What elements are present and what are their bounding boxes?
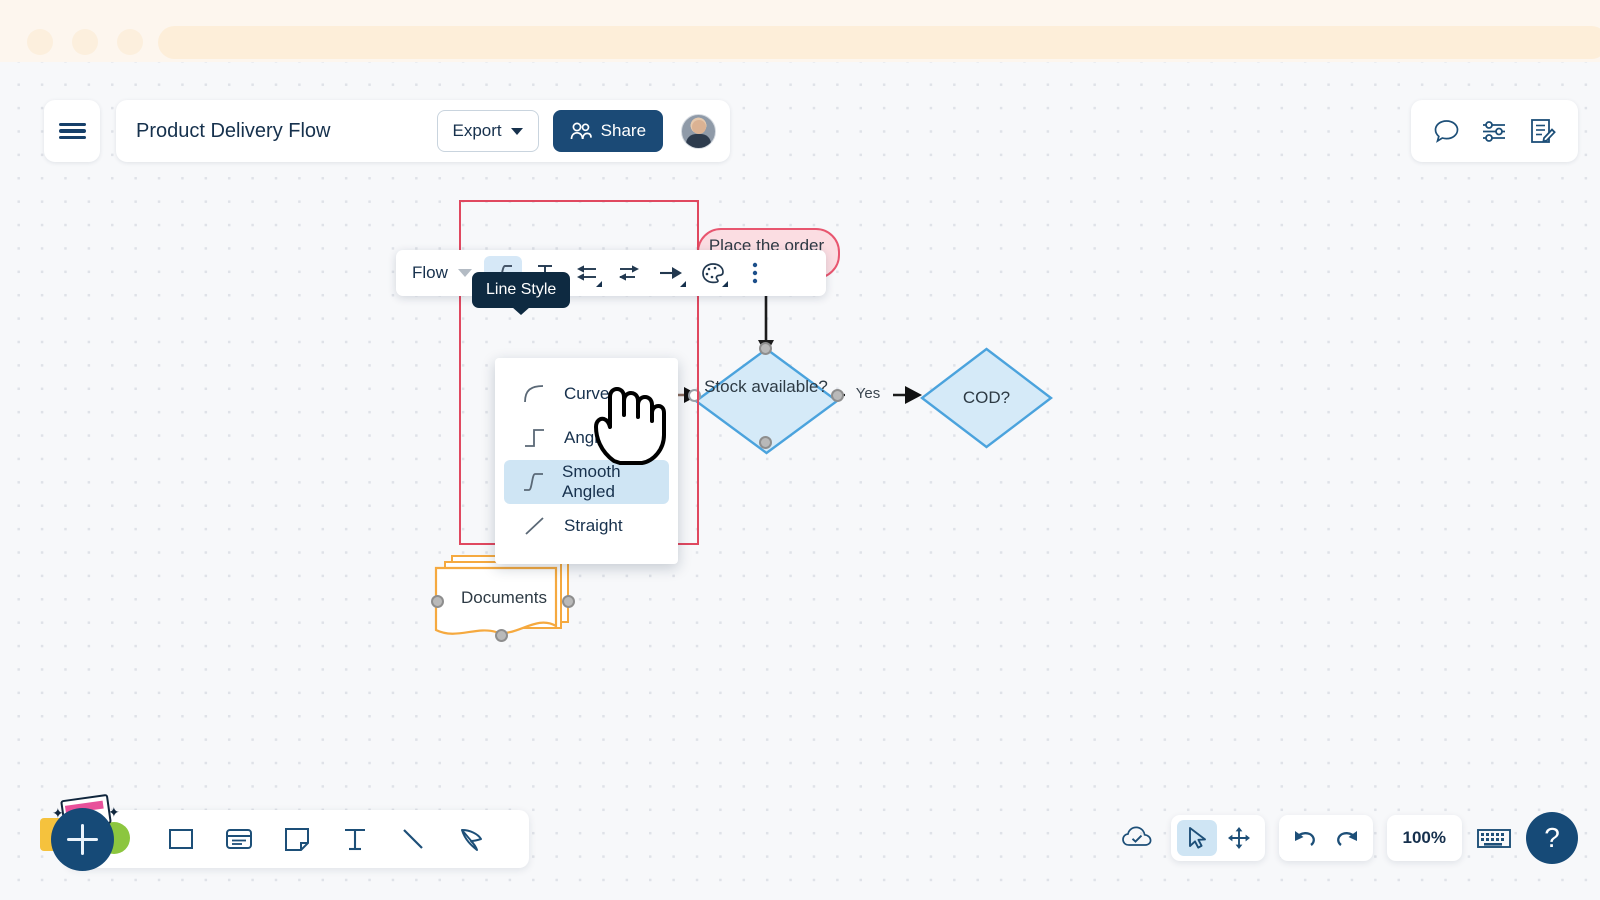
- node-cod[interactable]: [920, 347, 1053, 449]
- menu-item-label: Smooth Angled: [562, 462, 621, 501]
- menu-item-label: Angled: [564, 428, 617, 447]
- pen-icon[interactable]: [454, 822, 488, 856]
- tooltip-text: Line Style: [486, 281, 557, 298]
- line-style-dropdown-menu: Curved Angled Smooth Angled Straight: [495, 358, 678, 564]
- dropdown-corner-icon: [679, 281, 686, 287]
- chevron-down-icon: [510, 127, 523, 135]
- people-icon: [570, 122, 592, 139]
- cloud-check-icon[interactable]: [1121, 825, 1153, 851]
- port-stock-top[interactable]: [759, 342, 772, 355]
- text-t-icon[interactable]: [338, 822, 372, 856]
- arrow-head-button[interactable]: [652, 256, 690, 290]
- arrow-right-pair-icon: [618, 265, 639, 281]
- canvas-controls: 100% ?: [1121, 812, 1578, 864]
- shape-context-toolbar: Flow: [396, 250, 826, 296]
- pointer-tools-group: [1170, 815, 1265, 861]
- decoration-star: ✦: [52, 805, 64, 821]
- history-group: [1278, 815, 1373, 861]
- note-edit-icon[interactable]: [1529, 117, 1556, 145]
- share-button[interactable]: Share: [552, 110, 664, 152]
- plus-icon: [80, 824, 85, 855]
- header-panel: Product Delivery Flow Export Share: [116, 100, 731, 162]
- straight-line-icon: [522, 514, 548, 538]
- note-icon[interactable]: [280, 822, 314, 856]
- menu-item-straight[interactable]: Straight: [504, 504, 669, 548]
- menu-item-smooth-angled[interactable]: Smooth Angled: [504, 460, 669, 504]
- line-style-tooltip: Line Style: [472, 272, 571, 315]
- shape-tools-toolbar: [66, 810, 529, 868]
- flow-type-select[interactable]: Flow: [408, 263, 482, 283]
- dropdown-corner-icon: [721, 281, 728, 287]
- card-icon[interactable]: [222, 822, 256, 856]
- port-documents-right[interactable]: [562, 595, 575, 608]
- document-title[interactable]: Product Delivery Flow: [136, 120, 423, 143]
- port-stock-bottom[interactable]: [759, 436, 772, 449]
- dropdown-corner-icon: [595, 281, 602, 287]
- hamburger-menu-icon[interactable]: [44, 100, 100, 162]
- undo-arrow-icon[interactable]: [1285, 820, 1325, 856]
- color-palette-button[interactable]: [694, 256, 732, 290]
- cursor-arrow-icon[interactable]: [1176, 820, 1217, 856]
- port-stock-right[interactable]: [831, 389, 844, 402]
- menu-item-label: Curved: [564, 384, 619, 403]
- help-button[interactable]: ?: [1526, 812, 1578, 864]
- menu-item-curved[interactable]: Curved: [504, 372, 669, 416]
- more-options-button[interactable]: [736, 256, 774, 290]
- line-start-button[interactable]: [568, 256, 606, 290]
- export-button[interactable]: Export: [436, 110, 539, 152]
- decoration-star: ✦: [108, 804, 120, 820]
- flow-type-label: Flow: [412, 263, 448, 282]
- line-end-button[interactable]: [610, 256, 648, 290]
- kebab-menu-icon: [752, 262, 758, 284]
- port-stock-left[interactable]: [688, 389, 701, 402]
- keyboard-icon[interactable]: [1476, 825, 1512, 851]
- topright-panel: [1411, 100, 1578, 162]
- user-avatar[interactable]: [681, 113, 717, 149]
- app-header: Product Delivery Flow Export Share: [44, 100, 731, 162]
- redo-arrow-icon[interactable]: [1327, 820, 1367, 856]
- diagonal-line-icon[interactable]: [396, 822, 430, 856]
- curve-line-icon: [522, 382, 548, 406]
- export-label: Export: [452, 121, 502, 140]
- menu-item-angled[interactable]: Angled: [504, 416, 669, 460]
- port-documents-bottom[interactable]: [495, 629, 508, 642]
- smooth-angled-line-icon: [522, 470, 546, 494]
- port-documents-left[interactable]: [431, 595, 444, 608]
- chevron-down-icon: [457, 269, 472, 277]
- move-arrows-icon[interactable]: [1219, 820, 1259, 856]
- zoom-level-display[interactable]: 100%: [1386, 815, 1462, 861]
- sliders-icon[interactable]: [1480, 118, 1509, 145]
- angled-line-icon: [522, 426, 548, 450]
- tooltip-arrow: [512, 307, 530, 315]
- share-label: Share: [600, 121, 647, 140]
- square-icon[interactable]: [164, 822, 198, 856]
- menu-item-label: Straight: [564, 516, 623, 535]
- comment-bubble-icon[interactable]: [1433, 118, 1460, 145]
